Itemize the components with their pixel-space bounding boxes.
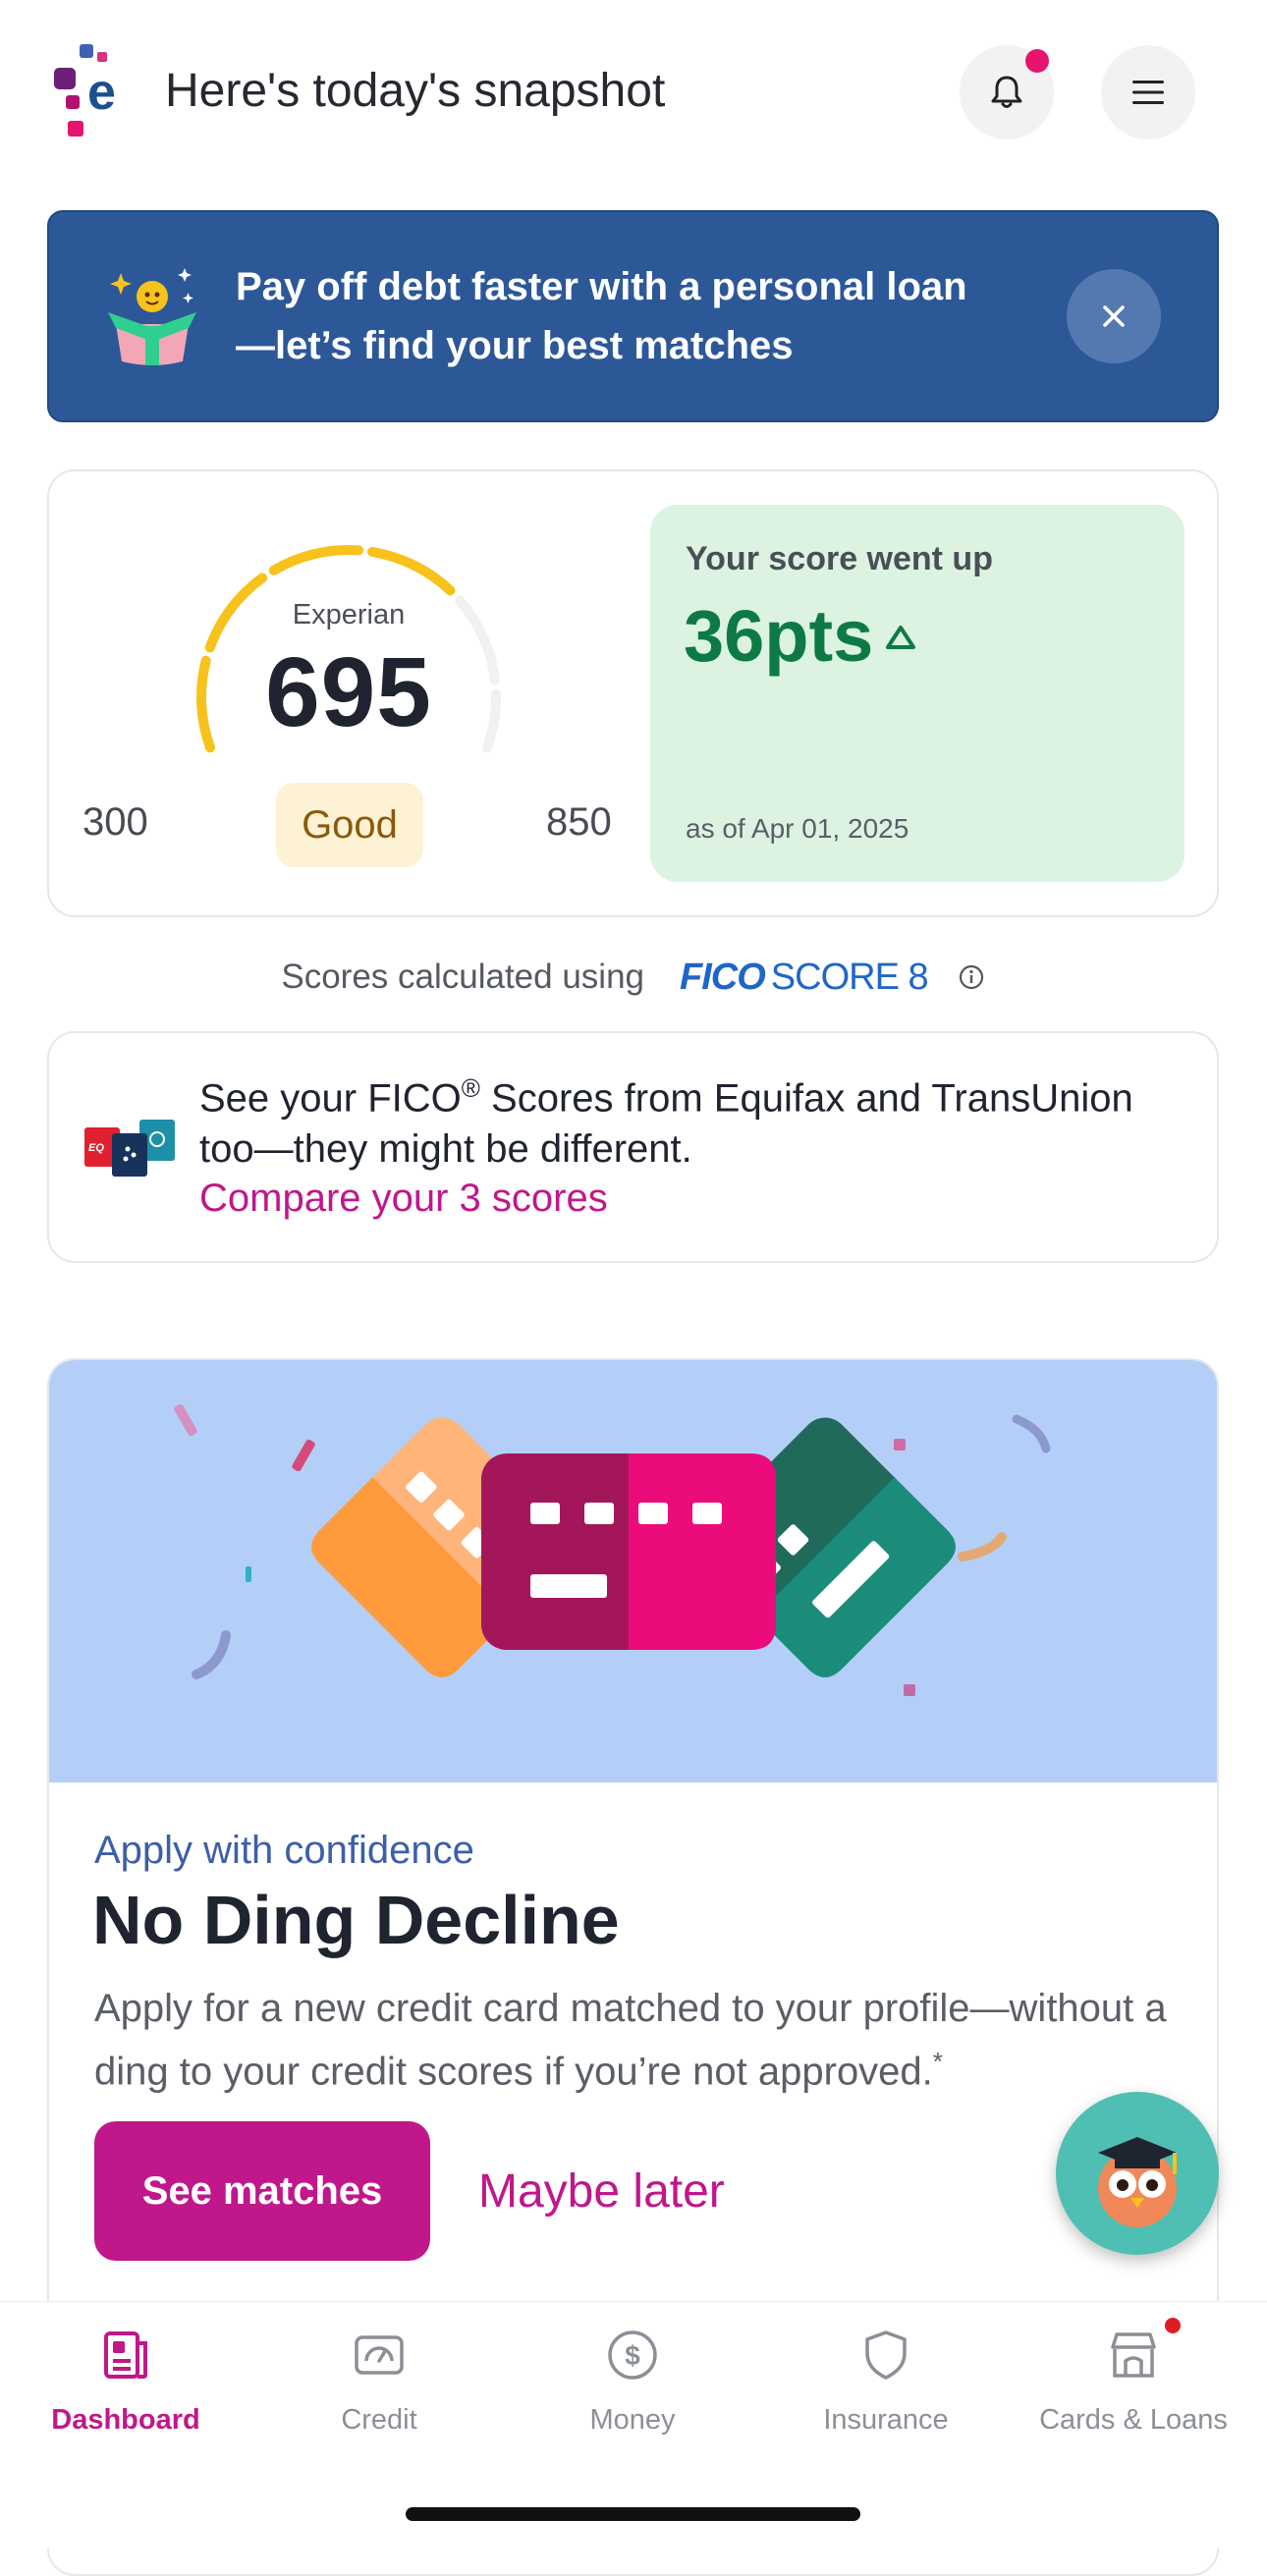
credit-bureaus-icon: EQ <box>84 1120 175 1177</box>
nav-label-cards-loans: Cards & Loans <box>1039 2404 1228 2436</box>
experian-logo[interactable]: e <box>54 44 133 142</box>
close-icon <box>1103 305 1125 327</box>
shield-icon <box>865 2330 907 2380</box>
offer-body: Apply for a new credit card matched to y… <box>94 1982 1194 2098</box>
offer-eyebrow: Apply with confidence <box>94 1829 474 1872</box>
fico-attribution: Scores calculated using FICO SCORE 8 <box>47 953 1219 1002</box>
arrow-up-icon <box>886 626 915 649</box>
fico-prefix: Scores calculated using <box>281 958 645 996</box>
nav-label-dashboard: Dashboard <box>51 2404 200 2436</box>
see-matches-button[interactable]: See matches <box>94 2121 430 2261</box>
bell-icon <box>991 76 1022 108</box>
gift-box-star-icon <box>108 268 196 365</box>
promo-close-button[interactable] <box>1067 269 1161 363</box>
score-bureau: Experian <box>292 599 406 630</box>
maybe-later-button[interactable]: Maybe later <box>478 2165 725 2219</box>
credit-cards-illustration <box>174 1403 1051 1696</box>
offer-illustration <box>49 1360 1217 1782</box>
compare-scores-link[interactable]: Compare your 3 scores <box>199 1177 608 1221</box>
owl-graduate-icon <box>1098 2137 1177 2227</box>
nav-label-money: Money <box>589 2404 676 2436</box>
registered-mark: ® <box>461 1073 480 1103</box>
fico-brand-bold: FICO <box>680 956 766 998</box>
credit-icon <box>355 2335 404 2375</box>
notification-badge <box>1025 49 1049 73</box>
score-change-label: Your score went up <box>686 540 993 577</box>
compare-text-start: See your FICO <box>199 1076 462 1121</box>
score-range-max: 850 <box>546 800 612 844</box>
nav-insurance[interactable]: Insurance <box>763 2328 1009 2437</box>
dollar-icon: $ <box>608 2330 657 2380</box>
info-icon[interactable] <box>958 963 985 991</box>
nav-cards-loans[interactable]: Cards & Loans <box>1011 2328 1256 2437</box>
credit-score-value: 695 <box>265 637 432 747</box>
offer-footnote-mark: * <box>932 2047 943 2076</box>
menu-button[interactable] <box>1101 45 1195 139</box>
nav-dashboard[interactable]: Dashboard <box>3 2328 248 2437</box>
fico-brand-light: SCORE 8 <box>770 956 929 998</box>
score-rating-badge: Good <box>276 783 423 867</box>
svg-text:EQ: EQ <box>88 1142 104 1154</box>
promo-text[interactable]: Pay off debt faster with a personal loan… <box>236 257 1012 375</box>
svg-text:e: e <box>87 64 116 121</box>
score-change-date: as of Apr 01, 2025 <box>686 813 909 844</box>
offer-title: No Ding Decline <box>92 1882 620 1958</box>
score-change-value: 36pts <box>684 595 874 677</box>
nav-label-credit: Credit <box>341 2404 417 2436</box>
nav-label-insurance: Insurance <box>823 2404 949 2436</box>
nav-credit[interactable]: Credit <box>256 2328 502 2437</box>
nav-money[interactable]: $ Money <box>510 2328 755 2437</box>
page-title: Here's today's snapshot <box>165 65 666 117</box>
nav-cards-loans-badge <box>1165 2318 1181 2333</box>
offer-body-text: Apply for a new credit card matched to y… <box>94 1987 1167 2094</box>
compare-scores-text: See your FICO® Scores from Equifax and T… <box>199 1063 1191 1175</box>
dashboard-icon <box>104 2331 147 2379</box>
home-indicator <box>406 2507 860 2521</box>
hamburger-menu-icon <box>1132 81 1164 104</box>
svg-text:$: $ <box>625 2340 640 2371</box>
assistant-button[interactable] <box>1056 2092 1219 2255</box>
storefront-icon <box>1111 2332 1156 2378</box>
score-range-min: 300 <box>83 800 148 844</box>
fico-score-8-logo: FICO SCORE 8 <box>680 956 929 999</box>
